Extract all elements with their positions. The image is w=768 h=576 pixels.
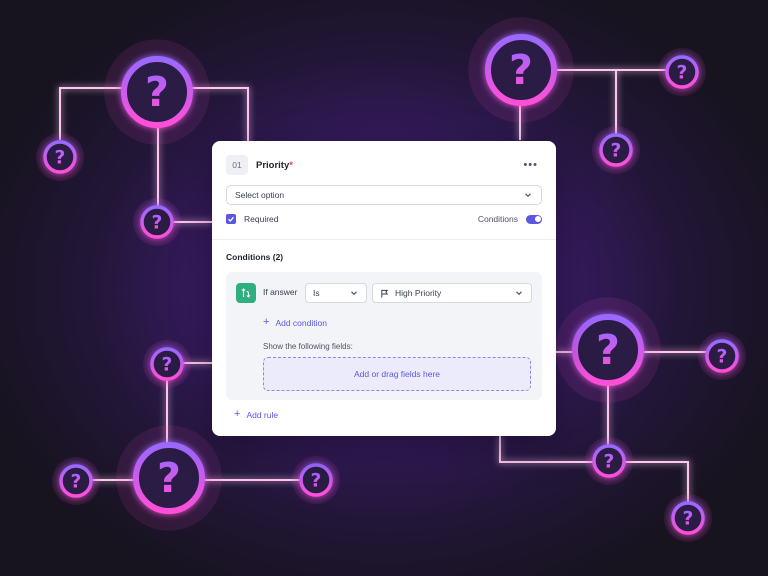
field-settings-card: 01 Priority * ••• Select option Required … bbox=[212, 141, 556, 436]
if-answer-label: If answer bbox=[263, 287, 298, 297]
conditions-toggle-label: Conditions bbox=[477, 214, 518, 224]
question-mark-icon: ? bbox=[509, 46, 533, 94]
field-number-badge: 01 bbox=[226, 155, 248, 175]
chevron-down-icon bbox=[525, 193, 531, 198]
chevron-down-icon bbox=[516, 291, 522, 296]
conditions-title: Conditions (2) bbox=[226, 252, 284, 262]
plus-icon: + bbox=[234, 408, 241, 420]
chevron-down-icon bbox=[351, 291, 357, 296]
field-title: Priority bbox=[256, 159, 290, 171]
add-condition-button[interactable]: + Add condition bbox=[263, 317, 327, 328]
conditions-toggle[interactable] bbox=[526, 214, 542, 224]
answer-value-select[interactable]: High Priority bbox=[372, 283, 532, 303]
question-mark-icon: ? bbox=[71, 471, 82, 492]
answer-value: High Priority bbox=[395, 288, 442, 298]
add-rule-button[interactable]: + Add rule bbox=[234, 409, 278, 420]
question-mark-icon: ? bbox=[677, 62, 688, 83]
question-mark-icon: ? bbox=[152, 212, 163, 233]
question-mark-icon: ? bbox=[596, 326, 620, 374]
question-mark-icon: ? bbox=[604, 451, 615, 472]
divider bbox=[212, 239, 556, 240]
question-mark-icon: ? bbox=[611, 140, 622, 161]
required-checkbox[interactable] bbox=[226, 214, 236, 224]
more-horizontal-icon[interactable]: ••• bbox=[519, 159, 542, 171]
operator-value: Is bbox=[313, 288, 320, 298]
question-mark-icon: ? bbox=[311, 470, 322, 491]
show-fields-label: Show the following fields: bbox=[263, 342, 353, 351]
add-rule-label: Add rule bbox=[246, 409, 279, 420]
required-label: Required bbox=[244, 214, 279, 224]
required-row: Required Conditions bbox=[226, 212, 542, 226]
question-mark-icon: ? bbox=[162, 354, 173, 375]
field-header: 01 Priority * ••• bbox=[226, 155, 542, 175]
check-icon bbox=[228, 216, 234, 222]
plus-icon: + bbox=[263, 316, 270, 328]
question-mark-icon: ? bbox=[145, 68, 169, 116]
add-condition-label: Add condition bbox=[275, 317, 327, 328]
required-asterisk: * bbox=[289, 159, 293, 171]
flag-icon bbox=[381, 289, 389, 298]
branch-icon bbox=[236, 283, 256, 303]
dropzone-label: Add or drag fields here bbox=[354, 369, 440, 379]
option-select[interactable]: Select option bbox=[226, 185, 542, 205]
operator-select[interactable]: Is bbox=[305, 283, 367, 303]
option-select-value: Select option bbox=[235, 190, 285, 200]
question-mark-icon: ? bbox=[157, 454, 181, 502]
condition-rule-panel: If answer Is High Priority + Add conditi… bbox=[226, 272, 542, 400]
question-mark-icon: ? bbox=[683, 508, 694, 529]
question-mark-icon: ? bbox=[717, 346, 728, 367]
question-mark-icon: ? bbox=[55, 147, 66, 168]
fields-dropzone[interactable]: Add or drag fields here bbox=[263, 357, 531, 391]
